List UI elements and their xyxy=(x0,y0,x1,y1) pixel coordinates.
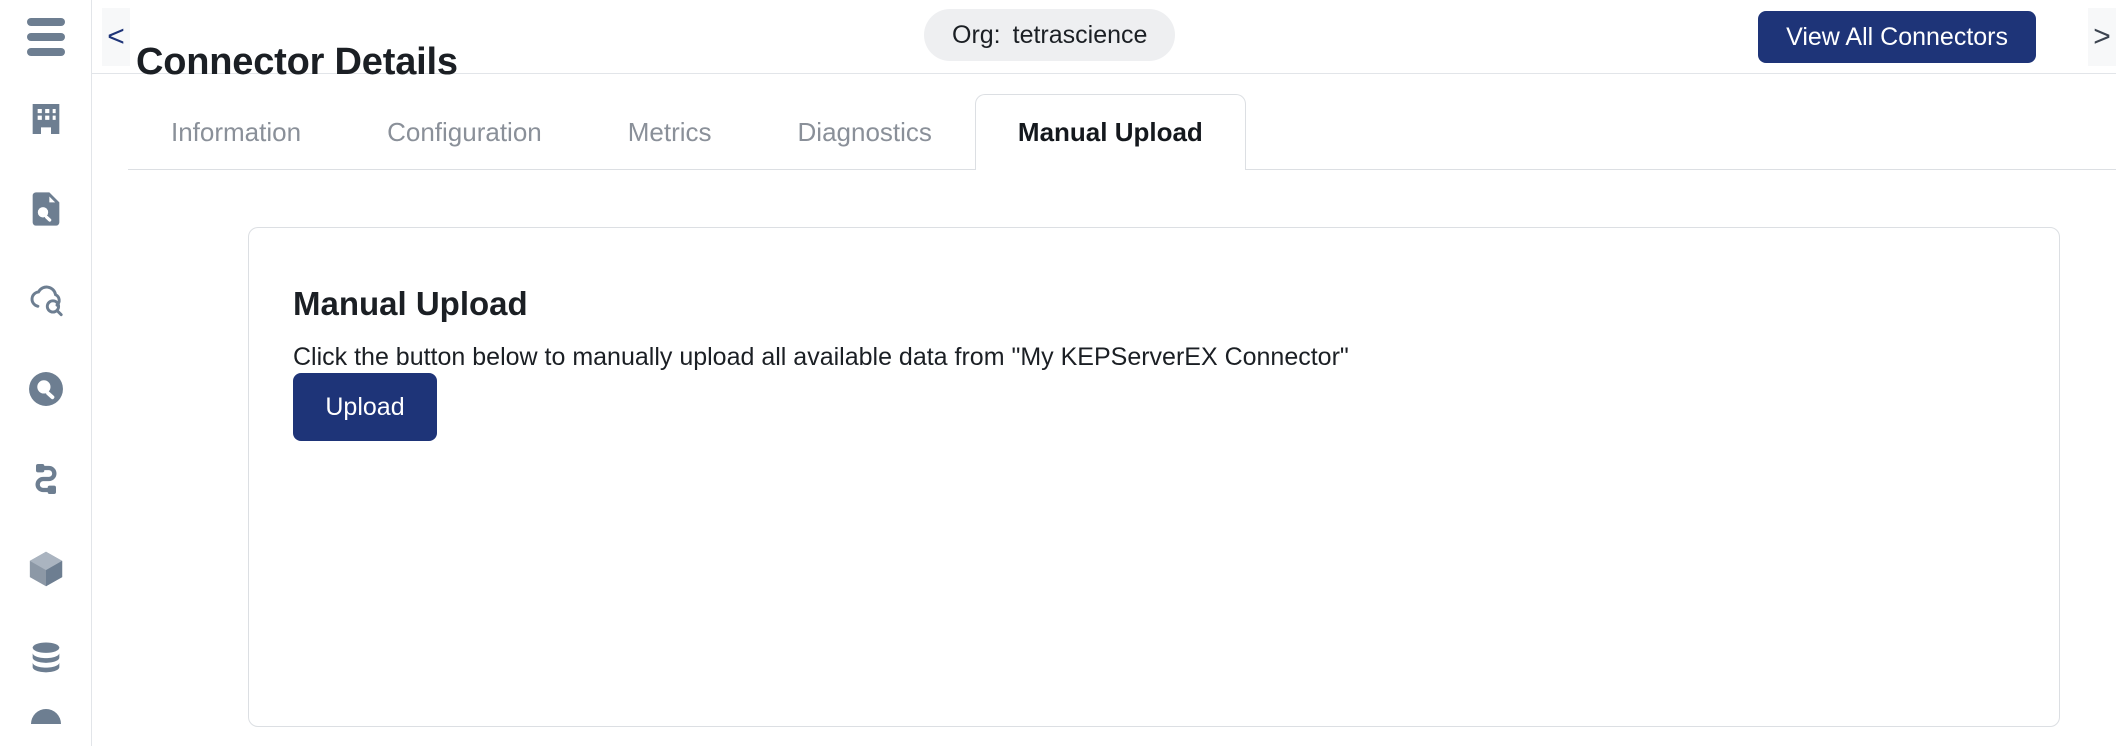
upload-button[interactable]: Upload xyxy=(293,373,437,441)
hamburger-menu-icon xyxy=(26,18,65,56)
sidebar-item-data[interactable] xyxy=(0,614,91,704)
sidebar-item-pipelines[interactable] xyxy=(0,434,91,524)
card-title: Manual Upload xyxy=(293,285,528,323)
card-description: Click the button below to manually uploa… xyxy=(293,343,1349,371)
org-badge-label: Org: xyxy=(952,20,1001,49)
tab-diagnostics[interactable]: Diagnostics xyxy=(755,94,975,170)
tab-configuration[interactable]: Configuration xyxy=(344,94,585,170)
sidebar-item-cloud-search[interactable] xyxy=(0,254,91,344)
database-icon xyxy=(26,639,66,679)
cloud-search-icon xyxy=(25,278,67,320)
sidebar-item-more[interactable] xyxy=(0,704,91,744)
sidebar-item-organization[interactable] xyxy=(0,74,91,164)
tab-information[interactable]: Information xyxy=(128,94,344,170)
partial-icon xyxy=(26,704,66,744)
manual-upload-card: Manual Upload Click the button below to … xyxy=(248,227,2060,727)
tab-manual-upload[interactable]: Manual Upload xyxy=(974,94,1246,171)
sidebar-icon-list xyxy=(0,74,91,744)
pipeline-link-icon xyxy=(26,459,66,499)
tab-metrics[interactable]: Metrics xyxy=(585,94,755,170)
tab-bar: Information Configuration Metrics Diagno… xyxy=(92,74,2116,171)
magnifier-circle-icon xyxy=(25,368,67,410)
sidebar-item-packages[interactable] xyxy=(0,524,91,614)
hamburger-menu-button[interactable] xyxy=(0,0,91,74)
back-chevron-icon[interactable]: < xyxy=(102,8,130,66)
forward-chevron-icon[interactable]: > xyxy=(2088,8,2116,66)
view-all-connectors-button[interactable]: View All Connectors xyxy=(1758,11,2036,63)
org-badge-value: tetrascience xyxy=(1012,20,1148,49)
cube-icon xyxy=(25,548,67,590)
sidebar-item-document-search[interactable] xyxy=(0,164,91,254)
top-bar: < Connector Details Org: tetrascience Vi… xyxy=(92,0,2116,83)
document-search-icon xyxy=(26,189,66,229)
left-sidebar-rail xyxy=(0,0,92,746)
org-badge: Org: tetrascience xyxy=(924,9,1176,61)
app-root: < Connector Details Org: tetrascience Vi… xyxy=(0,0,2116,746)
building-icon xyxy=(26,99,66,139)
sidebar-item-search[interactable] xyxy=(0,344,91,434)
tab-list: Information Configuration Metrics Diagno… xyxy=(128,94,1246,171)
